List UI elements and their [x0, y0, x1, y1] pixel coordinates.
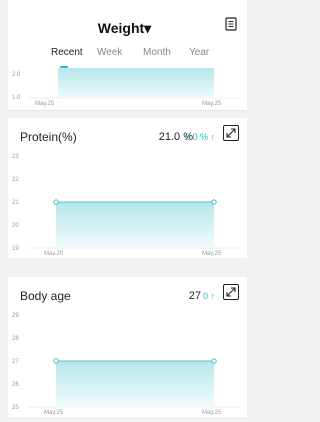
tab-month[interactable]: Month [143, 47, 171, 58]
y-tick: 29 [12, 313, 19, 319]
metric-change: 0.0 % ↑ [184, 132, 215, 142]
y-tick: 23 [12, 154, 19, 160]
tab-year[interactable]: Year [189, 47, 209, 58]
tab-week[interactable]: Week [97, 47, 122, 58]
metric-value: 27 [188, 290, 201, 302]
y-tick: 1.0 [12, 95, 21, 101]
weight-area [58, 68, 214, 97]
protein-chart: 23 22 21 20 19 May.20 May.25 [12, 154, 240, 256]
data-point [53, 199, 59, 205]
y-tick: 2.0 [12, 72, 21, 78]
metric-title: Protein(%) [20, 130, 77, 144]
y-tick: 20 [12, 223, 19, 229]
protein-card[interactable]: Protein(%) 21.0 % 0.0 % ↑ 23 22 21 20 19 May.… [8, 118, 247, 258]
period-tabs: Recent Week Month Year [0, 47, 249, 63]
x-tick: May.20 [44, 251, 64, 256]
body-age-card[interactable]: Body age 27 0 ↑ 29 28 27 26 25 May.25 May.25 [8, 277, 247, 417]
area-fill [56, 361, 214, 407]
weight-chart: 2.0 1.0 May.25 May.25 [12, 68, 240, 107]
y-tick: 27 [12, 359, 19, 365]
data-point [211, 358, 217, 364]
data-point [211, 199, 217, 205]
document-icon[interactable] [225, 17, 237, 31]
metric-change: 0 ↑ [202, 291, 215, 301]
y-tick: 28 [12, 336, 19, 342]
expand-icon[interactable] [223, 125, 239, 141]
x-tick: May.25 [44, 410, 64, 415]
x-tick: May.25 [202, 101, 222, 107]
y-tick: 19 [12, 246, 19, 252]
data-point [53, 358, 59, 364]
tab-recent[interactable]: Recent [51, 47, 83, 58]
y-tick: 26 [12, 382, 19, 388]
x-tick: May.25 [202, 410, 222, 415]
y-tick: 21 [12, 200, 19, 206]
page-title[interactable]: Weight▾ [0, 20, 249, 37]
x-tick: May.25 [35, 101, 55, 107]
y-tick: 25 [12, 405, 19, 411]
body-age-chart: 29 28 27 26 25 May.25 May.25 [12, 313, 240, 415]
metric-title: Body age [20, 289, 71, 303]
expand-icon[interactable] [223, 284, 239, 300]
x-tick: May.25 [202, 251, 222, 256]
area-fill [56, 202, 214, 248]
y-tick: 22 [12, 177, 19, 183]
